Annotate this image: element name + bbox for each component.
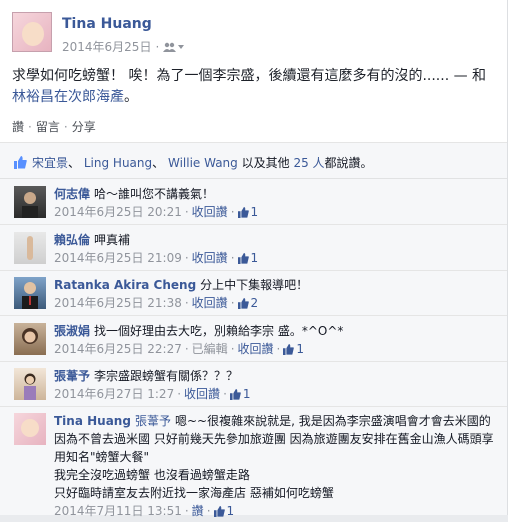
author-name[interactable]: Tina Huang — [62, 16, 152, 32]
liker-3[interactable]: Willie Wang — [168, 156, 238, 170]
author-avatar[interactable] — [12, 12, 52, 52]
comment-text: 找一個好理由去大吃，別賴給李宗 盛。*^O^* — [94, 324, 344, 338]
commenter-name[interactable]: 張葦予 — [54, 369, 90, 383]
liker-1[interactable]: 宋宜景 — [32, 156, 68, 170]
post-text-body: 求學如何吃螃蟹！ 唉！為了一個李宗盛，後續還有這麼多有的沒的...... — 和 — [12, 68, 487, 84]
mentioned-user[interactable]: 張葦予 — [135, 414, 171, 428]
unlike-action[interactable]: 收回讚 — [192, 296, 228, 310]
unlike-action[interactable]: 收回讚 — [192, 251, 228, 265]
unlike-action[interactable]: 收回讚 — [238, 342, 274, 356]
likes-sep: 、 — [68, 156, 81, 170]
liker-2[interactable]: Ling Huang — [84, 156, 152, 170]
comment-item: 張葦予 李宗盛跟螃蟹有關係？？？ 2014年6月27日 1:27 · 收回讚 · 1 — [0, 362, 507, 407]
comment-time[interactable]: 2014年6月25日 21:09 — [54, 251, 182, 265]
post-card: Tina Huang 2014年6月25日 · 求學如何吃螃蟹！ 唉！為了一個李宗… — [0, 0, 508, 518]
like-thumb-icon — [237, 296, 249, 314]
commenter-avatar[interactable] — [14, 277, 46, 309]
post-actions: 讚 · 留言 · 分享 — [12, 120, 96, 134]
comment-time[interactable]: 2014年6月27日 1:27 — [54, 387, 174, 401]
like-thumb-icon — [283, 342, 295, 360]
comment-meta: 2014年6月25日 20:21 · 收回讚 · 1 — [54, 203, 500, 223]
post-tagged-place[interactable]: 林裕昌在次郎海產 — [12, 89, 124, 105]
comment-meta: 2014年6月25日 21:38 · 收回讚 · 2 — [54, 294, 500, 314]
post-date[interactable]: 2014年6月25日 — [62, 40, 151, 54]
likes-sep: 、 — [152, 156, 165, 170]
comment-item: 賴弘倫 呷真補 2014年6月25日 21:09 · 收回讚 · 1 — [0, 225, 507, 271]
commenter-name[interactable]: Tina Huang — [54, 414, 131, 428]
like-thumb-icon — [237, 251, 249, 269]
commenter-avatar[interactable] — [14, 186, 46, 218]
comment-item: 張淑娟 找一個好理由去大吃，別賴給李宗 盛。*^O^* 2014年6月25日 22… — [0, 316, 507, 362]
likes-summary: 宋宜景、 Ling Huang、 Willie Wang 以及其他 25 人都說… — [0, 142, 507, 179]
commenter-avatar[interactable] — [14, 368, 46, 400]
unlike-action[interactable]: 收回讚 — [184, 387, 220, 401]
commenter-avatar[interactable] — [14, 413, 46, 445]
comment-meta: 2014年6月25日 21:09 · 收回讚 · 1 — [54, 249, 500, 269]
comment-time[interactable]: 2014年6月25日 21:38 — [54, 296, 182, 310]
comment-meta: 2014年7月11日 13:51 · 讚 · 1 — [54, 502, 500, 522]
comment-time[interactable]: 2014年6月25日 22:27 — [54, 342, 182, 356]
comment-text: 李宗盛跟螃蟹有關係？？？ — [94, 369, 239, 383]
comment-meta: 2014年6月25日 22:27 · 已編輯 · 收回讚 · 1 — [54, 340, 500, 360]
like-comment-action[interactable]: 讚 — [192, 504, 204, 518]
comment-like-count[interactable]: 1 — [296, 342, 304, 356]
comment-text: 分上中下集報導吧！ — [200, 278, 309, 292]
like-action[interactable]: 讚 — [12, 120, 24, 134]
share-action[interactable]: 分享 — [72, 120, 96, 134]
commenter-avatar[interactable] — [14, 232, 46, 264]
likes-suffix-end: 都說讚。 — [324, 156, 373, 170]
comment-like-count[interactable]: 1 — [251, 251, 259, 265]
edited-label[interactable]: 已編輯 — [192, 342, 228, 356]
like-thumb-icon — [213, 504, 225, 522]
like-thumb-icon — [237, 205, 249, 223]
comment-action[interactable]: 留言 — [36, 120, 60, 134]
comment-meta: 2014年6月27日 1:27 · 收回讚 · 1 — [54, 385, 500, 405]
comment-like-count[interactable]: 1 — [227, 504, 235, 518]
commenter-name[interactable]: Ratanka Akira Cheng — [54, 278, 196, 292]
comment-item: Ratanka Akira Cheng 分上中下集報導吧！ 2014年6月25日 … — [0, 271, 507, 316]
comment-like-count[interactable]: 2 — [251, 296, 259, 310]
likes-others-link[interactable]: 25 人 — [293, 156, 324, 170]
comment-text: 哈～誰叫您不講義氣！ — [94, 187, 215, 201]
like-thumb-icon — [14, 156, 27, 172]
commenter-name[interactable]: 張淑娟 — [54, 324, 90, 338]
comment-time[interactable]: 2014年7月11日 13:51 — [54, 504, 182, 518]
comment-like-count[interactable]: 1 — [243, 387, 251, 401]
post-text-end: 。 — [124, 89, 138, 105]
like-thumb-icon — [229, 387, 241, 405]
comment-like-count[interactable]: 1 — [251, 205, 259, 219]
likes-suffix: 以及其他 — [241, 156, 290, 170]
audience-friends-icon[interactable] — [163, 41, 185, 55]
unlike-action[interactable]: 收回讚 — [192, 205, 228, 219]
commenter-avatar[interactable] — [14, 323, 46, 355]
commenter-name[interactable]: 賴弘倫 — [54, 233, 90, 247]
comment-time[interactable]: 2014年6月25日 20:21 — [54, 205, 182, 219]
comment-text: 呷真補 — [94, 233, 131, 247]
post-meta: 2014年6月25日 · — [62, 38, 185, 55]
comment-item: 何志偉 哈～誰叫您不講義氣！ 2014年6月25日 20:21 · 收回讚 · 1 — [0, 179, 507, 225]
post-text: 求學如何吃螃蟹！ 唉！為了一個李宗盛，後續還有這麼多有的沒的...... — 和… — [12, 66, 500, 108]
comment-item: Tina Huang 張葦予 嗯~~很複雜來說就是, 我是因為李宗盛演唱會才會去米國… — [0, 407, 507, 518]
commenter-name[interactable]: 何志偉 — [54, 187, 90, 201]
